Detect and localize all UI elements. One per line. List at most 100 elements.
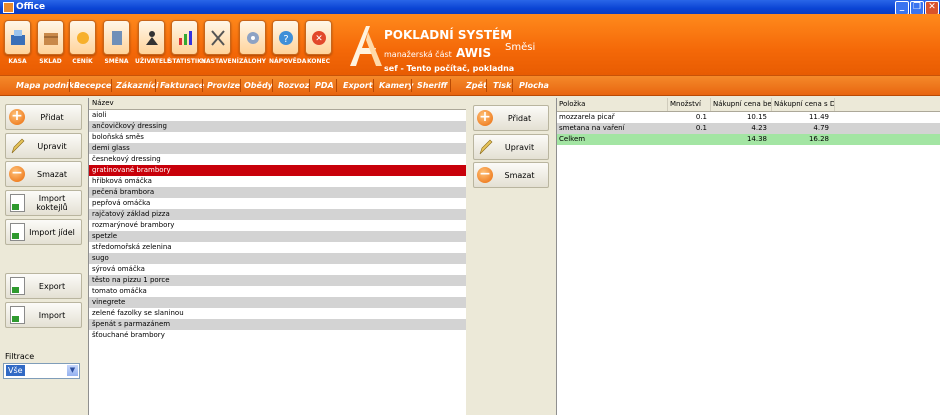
menu-item-fakturace[interactable]: Fakturace bbox=[160, 76, 204, 95]
list-item[interactable]: těsto na pizzu 1 porce bbox=[89, 275, 466, 286]
menu-item-export[interactable]: Export bbox=[343, 76, 373, 95]
list-item[interactable]: pepřová omáčka bbox=[89, 198, 466, 209]
list-item[interactable]: pečená brambora bbox=[89, 187, 466, 198]
table-row[interactable]: mozzarela picař 0.1 10.15 11.49 bbox=[557, 112, 940, 123]
menu-item-zakaznici[interactable]: Zákazníci bbox=[116, 76, 159, 95]
list-item[interactable]: aioli bbox=[89, 110, 466, 121]
users-icon bbox=[138, 20, 165, 55]
menu-item-kamery[interactable]: Kamery bbox=[379, 76, 414, 95]
chevron-down-icon[interactable]: ▼ bbox=[67, 365, 78, 376]
toolbar-button-smena[interactable]: SMĚNA bbox=[100, 20, 133, 72]
add-component-button[interactable]: + Přidat bbox=[473, 105, 549, 131]
list-item[interactable]: ančovičkový dressing bbox=[89, 121, 466, 132]
cell-price-net: 4.23 bbox=[751, 124, 767, 132]
list-item[interactable]: sugo bbox=[89, 253, 466, 264]
app-title: POKLADNÍ SYSTÉM bbox=[384, 28, 513, 42]
help-icon: ? bbox=[272, 20, 299, 55]
list-item[interactable]: rozmarýnové brambory bbox=[89, 220, 466, 231]
warehouse-box-icon bbox=[37, 20, 64, 55]
close-icon[interactable]: ✕ bbox=[925, 1, 939, 15]
list-item[interactable]: zelené fazolky se slaninou bbox=[89, 308, 466, 319]
window-titlebar: Office _ ❐ ✕ bbox=[0, 0, 940, 15]
list-item[interactable]: hříbková omáčka bbox=[89, 176, 466, 187]
toolbar-label: SMĚNA bbox=[104, 58, 129, 65]
menu-item-recepce[interactable]: Recepce bbox=[74, 76, 111, 95]
list-item[interactable]: spetzle bbox=[89, 231, 466, 242]
pencil-icon bbox=[8, 137, 26, 155]
column-header-nakupni-cena-s-dph[interactable]: Nákupní cena s DPH bbox=[772, 98, 835, 111]
cell-price-net: 10.15 bbox=[746, 113, 767, 121]
toolbar-button-sklad[interactable]: SKLAD bbox=[34, 20, 67, 72]
recipe-list[interactable]: Název aioli ančovičkový dressing boloňsk… bbox=[88, 98, 467, 415]
total-row[interactable]: Celkem 14.38 16.28 bbox=[557, 134, 940, 145]
list-item[interactable]: sýrová omáčka bbox=[89, 264, 466, 275]
menu-separator bbox=[272, 79, 273, 92]
list-item[interactable]: demi glass bbox=[89, 143, 466, 154]
toolbar-label: STATISTIKY bbox=[168, 58, 207, 65]
app-subtitle: manažerská část bbox=[384, 50, 452, 59]
tools-icon bbox=[204, 20, 231, 55]
list-item[interactable]: šťouchané brambory bbox=[89, 330, 466, 341]
menu-item-mapa-podniku[interactable]: Mapa podniku bbox=[16, 76, 80, 95]
restore-icon[interactable]: ❐ bbox=[910, 1, 924, 15]
delete-recipe-button[interactable]: − Smazat bbox=[5, 161, 82, 187]
table-row[interactable]: smetana na vaření 0.1 4.23 4.79 bbox=[557, 123, 940, 134]
app-icon bbox=[3, 1, 14, 13]
toolbar-button-nastaveni[interactable]: NASTAVENÍ bbox=[201, 20, 239, 72]
list-item[interactable]: středomořská zelenina bbox=[89, 242, 466, 253]
toolbar-button-statistiky[interactable]: STATISTIKY bbox=[168, 20, 207, 72]
toolbar-button-zalohy[interactable]: ZÁLOHY bbox=[236, 20, 269, 72]
minimize-icon[interactable]: _ bbox=[895, 1, 909, 15]
import-meals-button[interactable]: Import jídel bbox=[5, 219, 82, 245]
components-table[interactable]: Položka Množství Nákupní cena be... Náku… bbox=[556, 98, 940, 415]
minus-icon: − bbox=[477, 167, 493, 183]
column-header-mnozstvi[interactable]: Množství bbox=[668, 98, 711, 111]
button-label: Import koktejlů bbox=[36, 194, 68, 212]
column-header-nazev[interactable]: Název bbox=[89, 98, 466, 110]
button-label: Export bbox=[38, 281, 66, 291]
toolbar-button-napoveda[interactable]: ? NÁPOVĚDA bbox=[269, 20, 306, 72]
filter-select[interactable]: Vše ▼ bbox=[3, 363, 80, 379]
export-button[interactable]: Export bbox=[5, 273, 82, 299]
toolbar-button-konec[interactable]: ✕ KONEC bbox=[302, 20, 335, 72]
button-label: Přidat bbox=[507, 113, 532, 123]
column-header-nakupni-cena-bez-dph[interactable]: Nákupní cena be... bbox=[711, 98, 772, 111]
menu-separator bbox=[336, 79, 337, 92]
menu-item-sheriff[interactable]: Sheriff bbox=[417, 76, 447, 95]
toolbar-button-cenik[interactable]: CENÍK bbox=[66, 20, 99, 72]
menu-item-rozvoz[interactable]: Rozvoz bbox=[278, 76, 309, 95]
toolbar-button-uzivatele[interactable]: UŽIVATELÉ bbox=[135, 20, 171, 72]
pencil-icon bbox=[476, 138, 494, 156]
toolbar-label: ZÁLOHY bbox=[238, 58, 267, 65]
list-item[interactable]: špenát s parmazánem bbox=[89, 319, 466, 330]
list-item[interactable]: rajčatový základ pizza bbox=[89, 209, 466, 220]
edit-recipe-button[interactable]: Upravit bbox=[5, 133, 82, 159]
toolbar-label: KASA bbox=[8, 58, 27, 65]
column-header-polozka[interactable]: Položka bbox=[557, 98, 668, 111]
menu-item-plocha[interactable]: Plocha bbox=[519, 76, 549, 95]
menu-separator bbox=[155, 79, 156, 92]
import-cocktails-button[interactable]: Import koktejlů bbox=[5, 190, 82, 216]
menu-item-obedy[interactable]: Obědy bbox=[244, 76, 273, 95]
menu-item-provize[interactable]: Provize bbox=[207, 76, 240, 95]
import-button[interactable]: Import bbox=[5, 302, 82, 328]
toolbar-label: KONEC bbox=[306, 58, 330, 65]
menu-item-pda[interactable]: PDA bbox=[315, 76, 334, 95]
edit-component-button[interactable]: Upravit bbox=[473, 134, 549, 160]
list-item-selected[interactable]: gratinované brambory bbox=[89, 165, 466, 176]
list-item[interactable]: vinegrete bbox=[89, 297, 466, 308]
menu-item-zpet[interactable]: Zpět bbox=[466, 76, 487, 95]
menu-separator bbox=[111, 79, 112, 92]
cash-register-icon bbox=[4, 20, 31, 55]
menu-item-tisk[interactable]: Tisk bbox=[493, 76, 511, 95]
list-item[interactable]: tomato omáčka bbox=[89, 286, 466, 297]
menu-separator bbox=[373, 79, 374, 92]
delete-component-button[interactable]: − Smazat bbox=[473, 162, 549, 188]
list-item[interactable]: česnekový dressing bbox=[89, 154, 466, 165]
toolbar-button-kasa[interactable]: KASA bbox=[1, 20, 34, 72]
list-item[interactable]: boloňská směs bbox=[89, 132, 466, 143]
chart-icon bbox=[171, 20, 198, 55]
menu-separator bbox=[411, 79, 412, 92]
svg-text:✕: ✕ bbox=[315, 34, 323, 44]
add-recipe-button[interactable]: + Přidat bbox=[5, 104, 82, 130]
